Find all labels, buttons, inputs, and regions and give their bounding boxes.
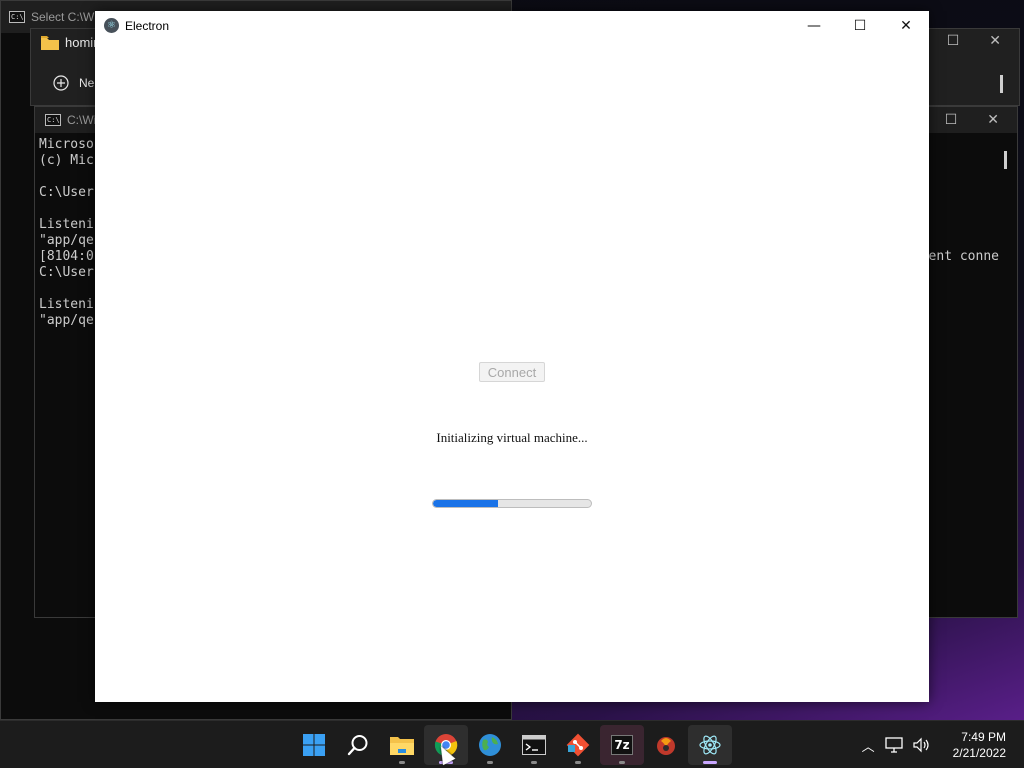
taskbar-start-button[interactable] (292, 725, 336, 765)
console-line: Listeni (39, 297, 94, 312)
maximize-button[interactable]: ☐ (837, 11, 883, 40)
taskbar-file-explorer[interactable] (380, 725, 424, 765)
explorer-new-label: Ne (79, 76, 95, 90)
console-line: (c) Mic (39, 153, 94, 168)
explorer-new-button[interactable]: Ne (53, 75, 94, 91)
taskbar-electron[interactable] (688, 725, 732, 765)
explorer-scrollbar[interactable] (1000, 75, 1003, 93)
cmd-icon: C:\ (9, 11, 25, 23)
minimize-button[interactable]: — (791, 11, 837, 40)
taskbar-7zip[interactable]: 7z (600, 725, 644, 765)
system-tray: ︿ 7:49 PM 2/21/2022 (862, 721, 1024, 768)
console-line: "app/qe (39, 233, 94, 248)
console-line: Listeni (39, 217, 94, 232)
network-icon[interactable] (884, 737, 903, 753)
close-icon[interactable]: ✕ (989, 33, 1001, 49)
git-icon (566, 733, 590, 757)
electron-icon (699, 735, 721, 755)
taskbar-git[interactable] (556, 725, 600, 765)
terminal-icon (522, 735, 546, 755)
console-line: C:\User (39, 265, 94, 280)
progress-bar (432, 499, 592, 508)
taskbar-search-button[interactable] (336, 725, 380, 765)
taskbar-terminal[interactable] (512, 725, 556, 765)
app-icon (657, 737, 675, 755)
background-console-title: Select C:\Wi (31, 10, 98, 24)
taskbar: 7z ︿ 7:49 PM 2/21/2022 (0, 720, 1024, 768)
console-title: C:\Wi (67, 113, 97, 127)
close-icon[interactable]: ✕ (987, 112, 999, 128)
clock-date: 2/21/2022 (952, 746, 1006, 760)
search-icon (347, 735, 368, 756)
console-line: C:\User (39, 185, 94, 200)
console-line: [8104:0 (39, 249, 94, 264)
close-button[interactable]: ✕ (883, 11, 929, 40)
windows-logo-icon (303, 734, 325, 756)
electron-logo-icon: ⚛ (104, 18, 119, 33)
taskbar-app[interactable] (644, 725, 688, 765)
progress-bar-fill (433, 500, 498, 507)
cmd-icon: C:\ (45, 114, 61, 126)
maximize-icon[interactable]: ☐ (947, 33, 960, 49)
console-output: Microso (c) Mic C:\User Listeni "app/qe [81… (39, 137, 94, 329)
clock-time: 7:49 PM (961, 730, 1006, 744)
status-text: Initializing virtual machine... (436, 430, 588, 445)
console-line: "app/qe (39, 313, 94, 328)
console-line: Microso (39, 137, 94, 152)
connect-button[interactable]: Connect (479, 362, 545, 382)
explorer-tab-title: homir (65, 35, 98, 50)
window-title: Electron (125, 18, 170, 33)
explorer-tab[interactable]: homir (41, 35, 98, 50)
globe-icon (479, 734, 501, 756)
console-output-fragment: ent conne (928, 249, 999, 264)
maximize-icon[interactable]: ☐ (945, 112, 958, 128)
folder-icon (390, 737, 414, 755)
clock[interactable]: 7:49 PM 2/21/2022 (953, 729, 1006, 761)
electron-window[interactable]: ⚛ Electron — ☐ ✕ Connect Initializing vi… (95, 11, 929, 702)
plus-circle-icon (53, 75, 69, 91)
7zip-icon: 7z (611, 735, 633, 755)
volume-icon[interactable] (913, 737, 931, 753)
console-scrollbar[interactable] (1004, 151, 1007, 169)
folder-icon (41, 35, 59, 50)
taskbar-browser[interactable] (468, 725, 512, 765)
chevron-up-icon[interactable]: ︿ (862, 736, 875, 755)
